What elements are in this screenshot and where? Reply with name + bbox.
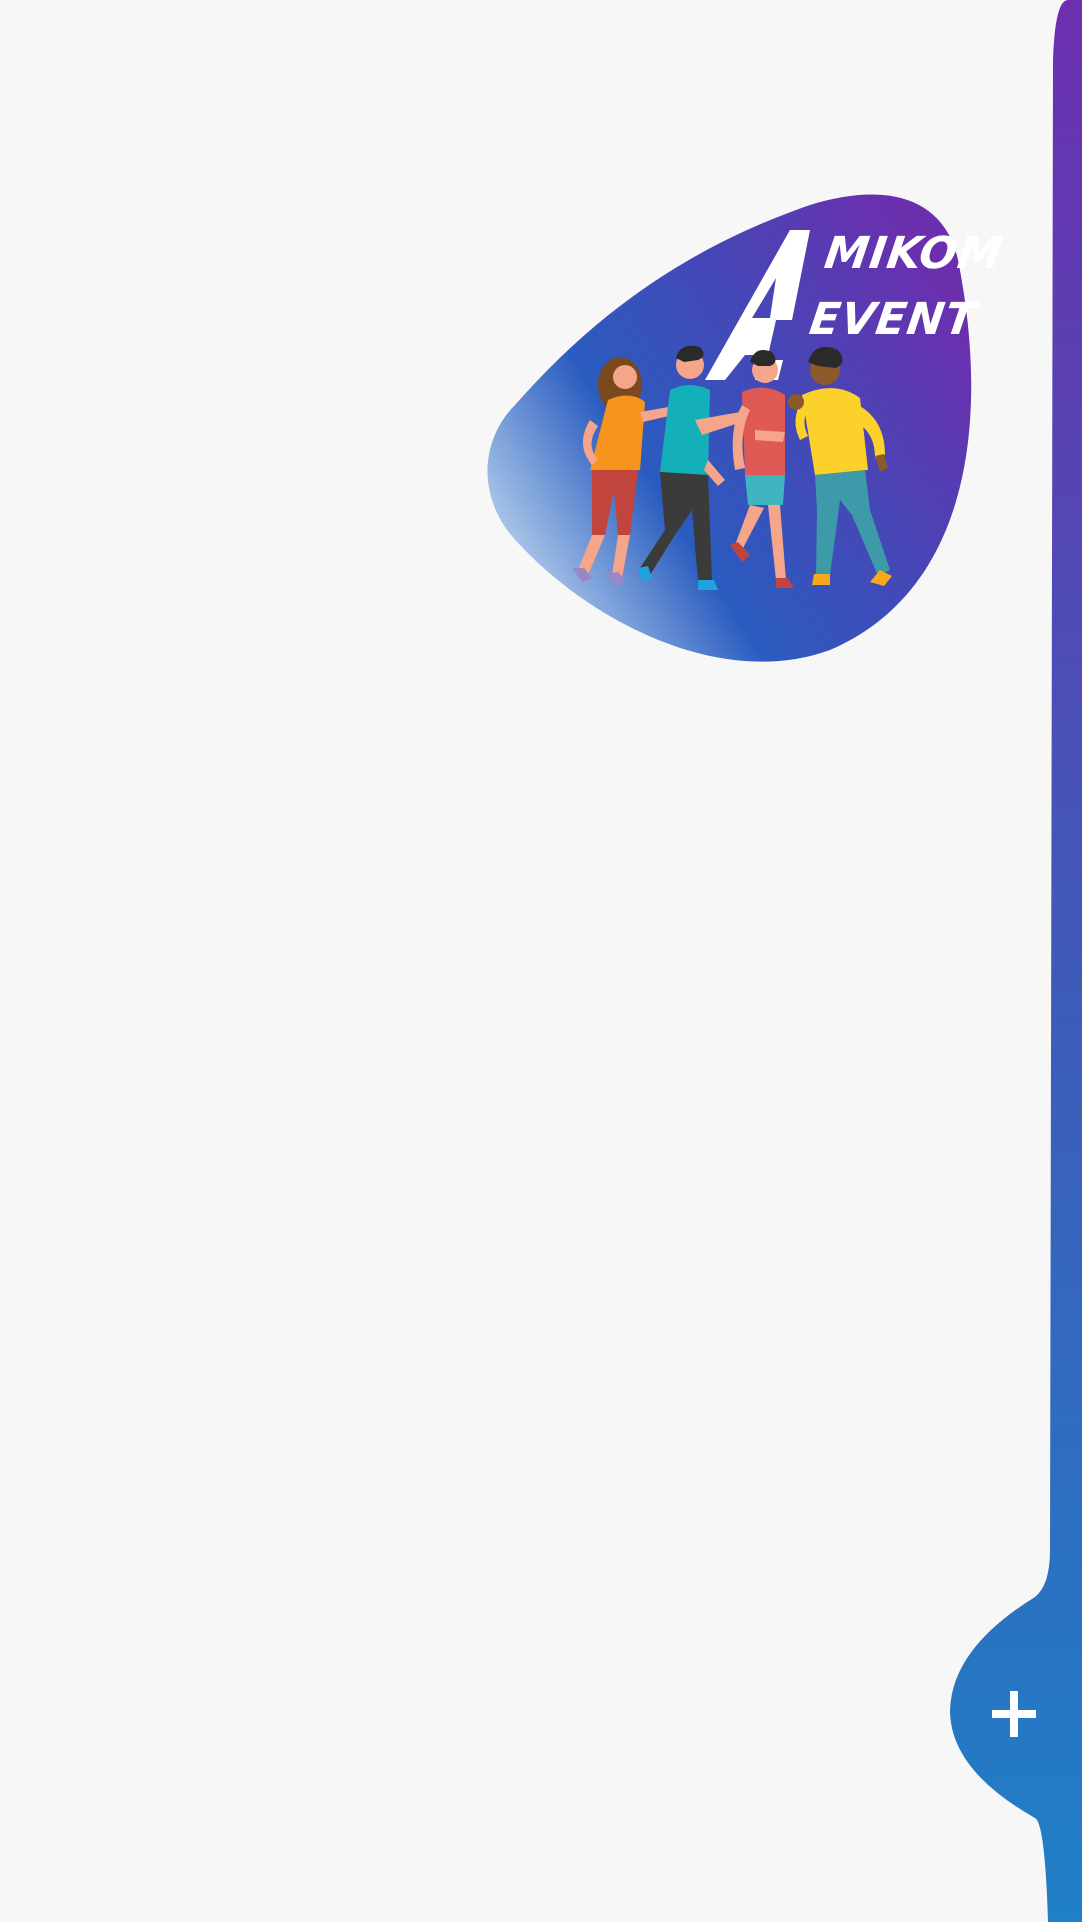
app-logo: MIKOM EVENT [480,190,1006,680]
app-screen: MIKOM EVENT [0,0,1082,1922]
logo-text-mikom: MIKOM [821,228,1007,279]
plus-icon [992,1691,1036,1737]
logo-text-event: EVENT [806,294,980,345]
add-event-button[interactable] [980,1681,1050,1751]
